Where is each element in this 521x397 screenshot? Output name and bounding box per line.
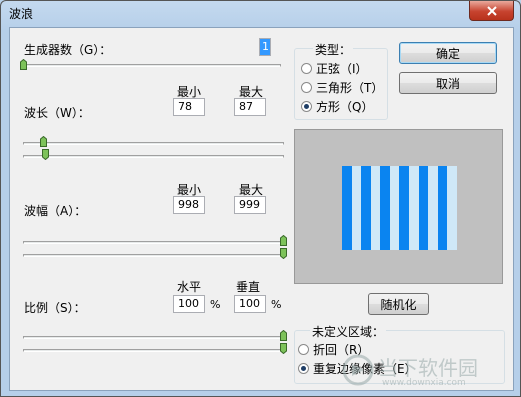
dialog-window: 波浪 生成器数（G）： 1 最小 最大 波长（W）： 78 87 最小 最大 波…	[0, 0, 521, 397]
wave-stripe	[409, 166, 419, 250]
wavelength-max-slider-thumb[interactable]	[42, 149, 49, 160]
type-triangle-label: 三角形（T）	[316, 81, 384, 95]
scale-horizontal-slider-thumb[interactable]	[280, 330, 287, 341]
cancel-button[interactable]: 取消	[399, 72, 497, 94]
radio-circle	[301, 63, 312, 74]
watermark-url: www.downxia.com	[382, 378, 466, 388]
radio-circle	[298, 344, 309, 355]
wave-stripe	[399, 166, 410, 250]
close-button[interactable]	[469, 1, 514, 21]
wave-stripe	[428, 166, 438, 250]
scale-label: 比例（S）：	[24, 301, 86, 315]
generators-slider-thumb[interactable]	[20, 59, 27, 70]
watermark-text: 当下软件园	[378, 356, 478, 380]
radio-circle	[301, 82, 312, 93]
wave-stripe	[380, 166, 390, 250]
type-square-label: 方形（Q）	[316, 100, 374, 114]
amplitude-max-slider-track[interactable]	[23, 254, 284, 257]
scale-vertical-input[interactable]: 100	[234, 295, 266, 313]
wavelength-min-slider-thumb[interactable]	[40, 136, 47, 147]
generators-slider-track[interactable]	[23, 64, 281, 67]
wave-stripe	[389, 166, 400, 250]
scale-horizontal-header: 水平	[177, 280, 202, 294]
amplitude-min-slider-thumb[interactable]	[280, 235, 287, 246]
type-group-label: 类型：	[313, 41, 354, 58]
amplitude-label: 波幅（A）：	[24, 204, 87, 218]
wave-stripe	[418, 166, 429, 250]
scale-horizontal-input[interactable]: 100	[173, 295, 205, 313]
wavelength-min-slider-track[interactable]	[23, 142, 284, 145]
title-bar: 波浪	[1, 1, 520, 25]
ok-button[interactable]: 确定	[399, 42, 497, 64]
generators-input[interactable]: 1	[259, 38, 271, 56]
scale-vertical-slider-track[interactable]	[23, 349, 284, 352]
wavelength-min-input[interactable]: 78	[173, 98, 205, 116]
type-sine-label: 正弦（I）	[316, 62, 368, 76]
scale-vertical-header: 垂直	[236, 280, 261, 294]
wave-stripe	[351, 166, 362, 250]
amplitude-max-slider-thumb[interactable]	[280, 248, 287, 259]
close-icon	[486, 5, 497, 16]
scale-horizontal-unit: %	[210, 298, 221, 311]
wavelength-max-input[interactable]: 87	[234, 98, 266, 116]
wavelength-label: 波长（W）：	[24, 106, 90, 120]
scale-vertical-unit: %	[271, 298, 282, 311]
randomize-button[interactable]: 随机化	[368, 293, 429, 315]
amplitude-min-slider-track[interactable]	[23, 241, 284, 244]
undefined-areas-group-label: 未定义区域：	[310, 323, 387, 340]
wave-stripe	[361, 166, 371, 250]
radio-circle-selected	[298, 363, 309, 374]
wave-stripe	[370, 166, 381, 250]
radio-circle-selected	[301, 101, 312, 112]
wave-stripe	[437, 166, 448, 250]
type-square-radio[interactable]: 方形（Q）	[301, 98, 373, 115]
scale-vertical-slider-thumb[interactable]	[280, 343, 287, 354]
amplitude-min-input[interactable]: 998	[173, 196, 205, 214]
watermark-logo-icon	[342, 354, 374, 386]
wave-stripe	[342, 166, 352, 250]
wave-stripe	[447, 166, 457, 250]
scale-horizontal-slider-track[interactable]	[23, 336, 284, 339]
generators-label: 生成器数（G）：	[24, 43, 112, 57]
square-wave-pattern	[342, 166, 457, 250]
amplitude-max-input[interactable]: 999	[234, 196, 266, 214]
type-sine-radio[interactable]: 正弦（I）	[301, 60, 368, 77]
wave-preview	[294, 129, 503, 284]
dialog-body: 生成器数（G）： 1 最小 最大 波长（W）： 78 87 最小 最大 波幅（A…	[9, 27, 514, 391]
window-title: 波浪	[9, 7, 34, 21]
wavelength-max-slider-track[interactable]	[23, 155, 284, 158]
type-triangle-radio[interactable]: 三角形（T）	[301, 79, 383, 96]
